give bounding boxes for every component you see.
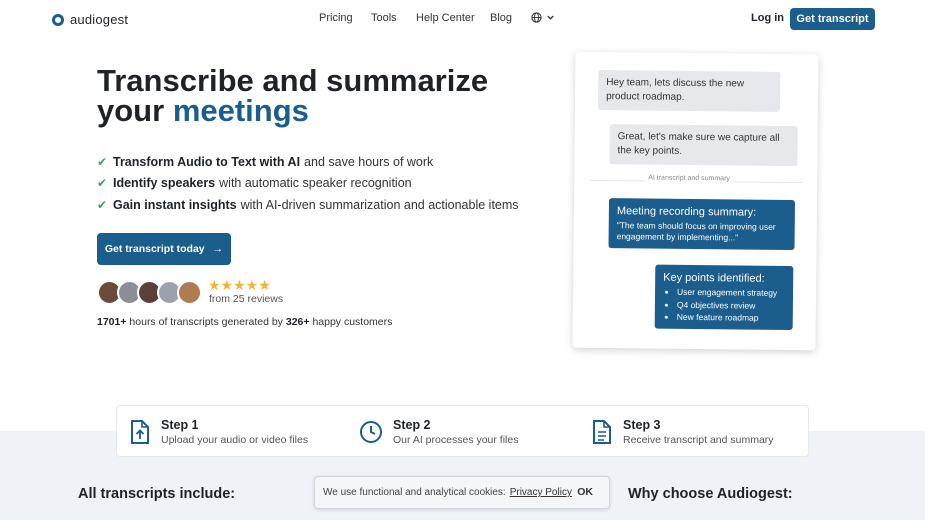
logo[interactable]: audiogest	[52, 12, 128, 27]
feature-rest: with AI-driven summarization and actiona…	[240, 197, 519, 212]
hero-title-your: your	[97, 93, 165, 128]
clock-icon	[360, 421, 382, 443]
avatar	[177, 280, 202, 305]
customer-avatars	[97, 280, 202, 305]
step-desc: Upload your audio or video files	[161, 434, 309, 446]
step-title: Step 2	[393, 418, 431, 432]
section-title-why-choose: Why choose Audiogest:	[628, 486, 793, 502]
usage-stats: 1701+ hours of transcripts generated by …	[97, 316, 392, 328]
feature-item: ✔ Transform Audio to Text with AI and sa…	[97, 151, 519, 173]
cookie-ok-button[interactable]: OK	[577, 486, 593, 498]
nav-link-pricing[interactable]: Pricing	[319, 12, 353, 24]
hero-title: Transcribe and summarize your meetings	[97, 63, 489, 128]
get-transcript-today-button[interactable]: Get transcript today →	[97, 233, 231, 265]
feature-rest: and save hours of work	[304, 154, 434, 169]
step-desc: Receive transcript and summary	[623, 434, 774, 446]
hero-title-line2: your meetings	[97, 93, 488, 128]
checkmark-icon: ✔	[97, 154, 108, 169]
logo-text: audiogest	[70, 12, 129, 27]
summary-title: Meeting recording summary:	[616, 205, 757, 219]
keypoints-bubble: Key points identified: User engagement s…	[654, 264, 794, 331]
chevron-down-icon	[547, 15, 554, 20]
steps-card: Step 1 Upload your audio or video files …	[116, 405, 809, 457]
step-title: Step 3	[623, 418, 661, 432]
customers-text: happy customers	[312, 316, 393, 328]
privacy-policy-link[interactable]: Privacy Policy	[510, 487, 572, 498]
hours-text: hours of transcripts generated by	[129, 316, 283, 328]
logo-mark-icon	[52, 13, 64, 26]
file-upload-icon	[131, 420, 149, 444]
hero-title-line1: Transcribe and summarize	[97, 63, 489, 98]
feature-list: ✔ Transform Audio to Text with AI and sa…	[97, 151, 519, 216]
keypoint-item: User engagement strategy	[677, 286, 785, 300]
feature-bold: Transform Audio to Text with AI	[113, 154, 301, 169]
keypoint-item: New feature roadmap	[677, 311, 785, 325]
checkmark-icon: ✔	[97, 176, 108, 191]
step-3: Step 3 Receive transcript and summary	[591, 406, 774, 458]
get-transcript-button[interactable]: Get transcript	[790, 8, 875, 30]
feature-item: ✔ Identify speakers with automatic speak…	[97, 173, 519, 195]
star-rating-icon: ★★★★★	[208, 277, 271, 293]
step-2: Step 2 Our AI processes your files	[359, 406, 518, 458]
feature-bold: Identify speakers	[113, 176, 216, 191]
step-title: Step 1	[161, 418, 199, 432]
customers-count: 326+	[285, 316, 310, 328]
feature-bold: Gain instant insights	[113, 197, 237, 212]
chat-message: Hey team, lets discuss the new product r…	[597, 69, 781, 112]
globe-icon	[531, 12, 542, 23]
hours-count: 1701+	[97, 316, 127, 328]
nav-link-help-center[interactable]: Help Center	[416, 12, 475, 24]
checkmark-icon: ✔	[97, 197, 108, 212]
login-link[interactable]: Log in	[751, 12, 784, 24]
summary-bubble: Meeting recording summary: "The team sho…	[608, 198, 796, 251]
chat-preview-card: Hey team, lets discuss the new product r…	[572, 51, 819, 351]
keypoints-list: User engagement strategy Q4 objectives r…	[677, 286, 785, 325]
feature-item: ✔ Gain instant insights with AI-driven s…	[97, 194, 519, 216]
arrow-right-icon: →	[212, 243, 224, 255]
nav-link-tools[interactable]: Tools	[371, 12, 397, 24]
section-title-transcripts-include: All transcripts include:	[78, 486, 236, 502]
divider-label: AI transcript and summary	[644, 174, 734, 183]
nav-link-blog[interactable]: Blog	[490, 12, 512, 24]
step-desc: Our AI processes your files	[393, 434, 519, 446]
hero-title-accent: meetings	[172, 93, 309, 128]
cookie-banner: We use functional and analytical cookies…	[314, 476, 610, 509]
document-icon	[593, 420, 611, 444]
review-count: from 25 reviews	[209, 293, 284, 305]
summary-text: "The team should focus on improving user…	[616, 220, 776, 243]
hero-cta-label: Get transcript today	[104, 243, 205, 255]
feature-rest: with automatic speaker recognition	[219, 176, 412, 191]
cookie-text: We use functional and analytical cookies…	[323, 487, 506, 498]
keypoint-item: Q4 objectives review	[677, 298, 785, 312]
chat-message: Great, let's make sure we capture all th…	[609, 124, 798, 167]
keypoints-title: Key points identified:	[663, 271, 765, 285]
top-nav: audiogest Pricing Tools Help Center Blog…	[0, 0, 925, 40]
step-1: Step 1 Upload your audio or video files	[129, 406, 308, 458]
language-selector[interactable]	[531, 12, 555, 23]
